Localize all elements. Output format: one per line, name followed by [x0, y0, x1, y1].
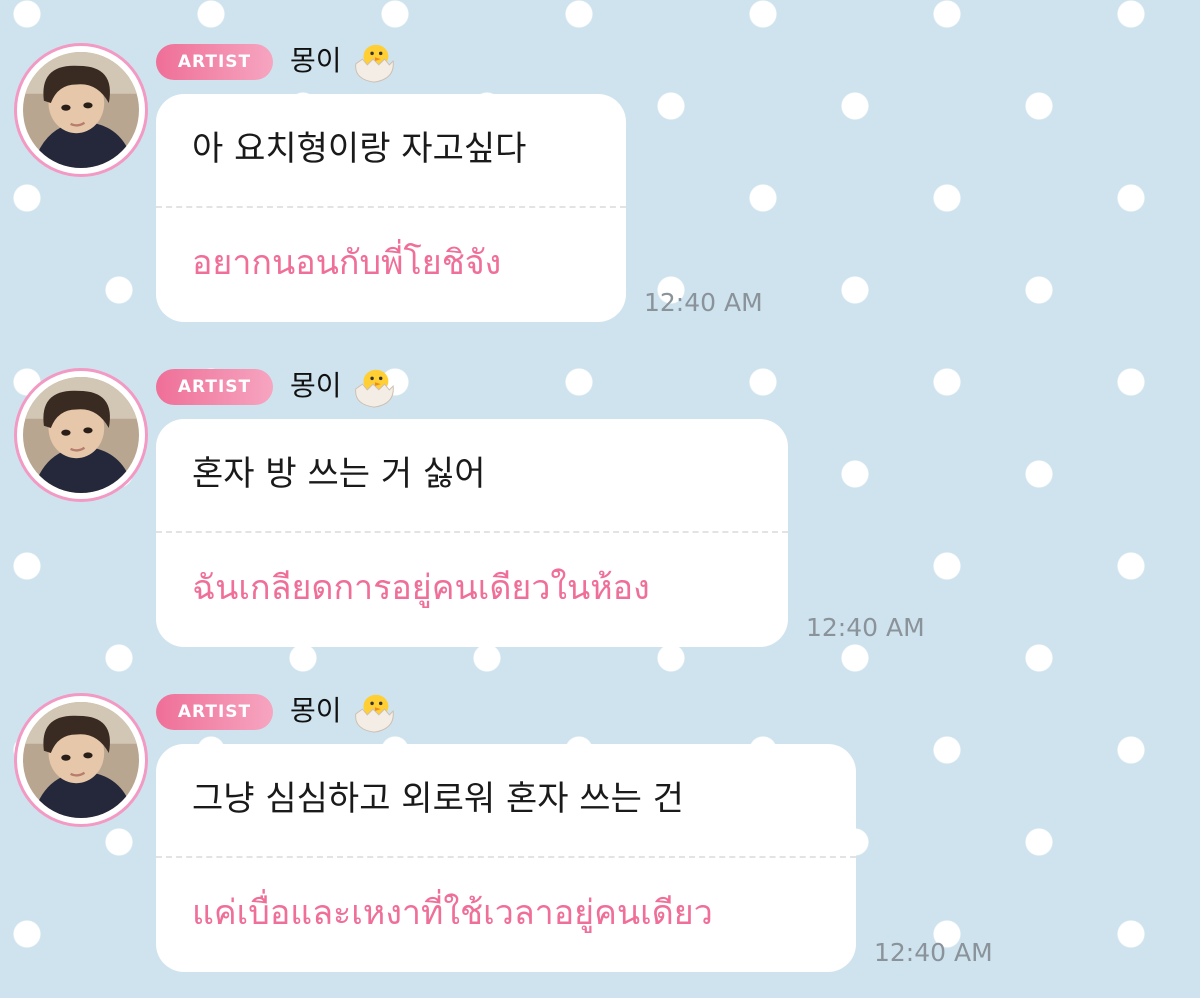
message-text-korean: 혼자 방 쓰는 거 싫어 — [192, 454, 486, 494]
message-item[interactable]: ARTIST 몽이 그냥 심심하고 외로워 혼자 쓰는 건 แค่เบื่อแล… — [0, 650, 1200, 972]
message-text-thai: ฉันเกลียดการอยู่คนเดียวในห้อง — [192, 568, 650, 608]
timestamp: 12:40 AM — [806, 613, 925, 642]
message-text-korean: 아 요치형이랑 자고싶다 — [192, 129, 527, 169]
sender-name: 몽이 — [290, 44, 342, 77]
message-item[interactable]: ARTIST 몽이 아 요치형이랑 자고싶다 อยากนอนกับพี่โยชิ… — [0, 0, 1200, 322]
artist-badge: ARTIST — [156, 694, 273, 730]
translation-divider — [156, 531, 788, 533]
translation-divider — [156, 206, 626, 208]
timestamp: 12:40 AM — [874, 938, 993, 967]
avatar-photo — [23, 52, 139, 168]
avatar-photo — [23, 377, 139, 493]
message-bubble[interactable]: 혼자 방 쓰는 거 싫어 ฉันเกลียดการอยู่คนเดียวในห้… — [156, 419, 788, 647]
sender-name: 몽이 — [290, 694, 342, 727]
message-item[interactable]: ARTIST 몽이 혼자 방 쓰는 거 싫어 ฉันเกลียดการอยู่ค… — [0, 325, 1200, 647]
message-text-thai: แค่เบื่อและเหงาที่ใช้เวลาอยู่คนเดียว — [192, 893, 713, 933]
avatar[interactable] — [14, 43, 148, 177]
sender-name: 몽이 — [290, 369, 342, 402]
message-bubble[interactable]: 그냥 심심하고 외로워 혼자 쓰는 건 แค่เบื่อและเหงาที่ใช… — [156, 744, 856, 972]
message-text-korean: 그냥 심심하고 외로워 혼자 쓰는 건 — [192, 779, 684, 819]
hatching-chick-icon — [355, 369, 394, 408]
hatching-chick-icon — [355, 694, 394, 733]
message-text-thai: อยากนอนกับพี่โยชิจัง — [192, 243, 502, 283]
timestamp: 12:40 AM — [644, 288, 763, 317]
avatar-photo — [23, 702, 139, 818]
message-bubble[interactable]: 아 요치형이랑 자고싶다 อยากนอนกับพี่โยชิจัง — [156, 94, 626, 322]
avatar[interactable] — [14, 368, 148, 502]
artist-badge: ARTIST — [156, 369, 273, 405]
avatar[interactable] — [14, 693, 148, 827]
artist-badge: ARTIST — [156, 44, 273, 80]
hatching-chick-icon — [355, 44, 394, 83]
translation-divider — [156, 856, 856, 858]
